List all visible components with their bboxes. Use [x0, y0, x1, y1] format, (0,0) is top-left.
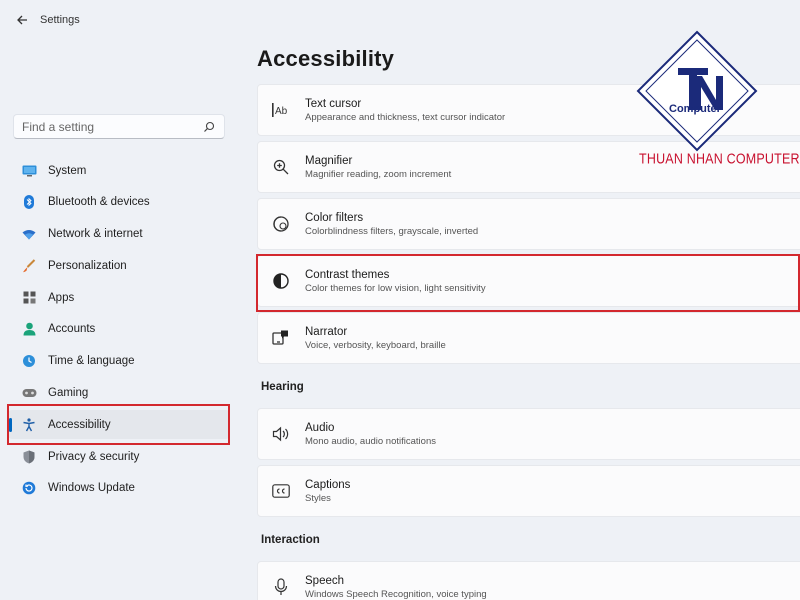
setting-title: Narrator [305, 325, 348, 338]
setting-title: Color filters [305, 211, 364, 224]
update-icon [21, 480, 37, 496]
app-title: Settings [40, 14, 80, 26]
sidebar-item-label: Apps [48, 291, 75, 304]
search-icon[interactable] [202, 120, 216, 134]
sidebar-item-label: System [48, 164, 87, 177]
contrast-icon [270, 270, 292, 292]
sidebar-nav: System Bluetooth & devices Network & int… [8, 156, 230, 506]
brush-icon [21, 258, 37, 274]
monitor-icon [21, 163, 37, 179]
sidebar-item-system[interactable]: System [8, 156, 230, 185]
svg-text:Ab: Ab [275, 106, 288, 117]
logo-text: Computer [669, 103, 722, 115]
accessibility-icon [21, 417, 37, 433]
setting-contrast-themes[interactable]: Contrast themes Color themes for low vis… [257, 255, 800, 307]
sidebar-item-gaming[interactable]: Gaming [8, 379, 230, 408]
sidebar-item-label: Privacy & security [48, 450, 140, 463]
sidebar-item-label: Windows Update [48, 482, 135, 495]
person-icon [21, 321, 37, 337]
sidebar-item-personalization[interactable]: Personalization [8, 251, 230, 280]
setting-subtitle: Color themes for low vision, light sensi… [305, 282, 486, 294]
setting-subtitle: Appearance and thickness, text cursor in… [305, 111, 506, 123]
sidebar-item-label: Accessibility [48, 418, 111, 431]
sidebar-item-privacy-security[interactable]: Privacy & security [8, 442, 230, 471]
setting-subtitle: Windows Speech Recognition, voice typing [305, 588, 487, 600]
sidebar-item-label: Time & language [48, 355, 135, 368]
search-box[interactable] [13, 114, 225, 139]
setting-title: Text cursor [305, 97, 362, 110]
sidebar-item-label: Bluetooth & devices [48, 196, 150, 209]
sidebar-item-label: Personalization [48, 259, 127, 272]
captions-icon [270, 480, 292, 502]
sidebar-item-windows-update[interactable]: Windows Update [8, 474, 230, 503]
sidebar: System Bluetooth & devices Network & int… [0, 40, 240, 600]
apps-icon [21, 290, 37, 306]
setting-title: Captions [305, 478, 351, 491]
sidebar-item-label: Network & internet [48, 228, 143, 241]
page-title: Accessibility [257, 46, 395, 71]
setting-subtitle: Magnifier reading, zoom increment [305, 168, 452, 180]
gamepad-icon [21, 385, 37, 401]
setting-subtitle: Mono audio, audio notifications [305, 435, 436, 447]
sidebar-item-time-language[interactable]: Time & language [8, 347, 230, 376]
sidebar-item-accessibility[interactable]: Accessibility [8, 410, 230, 440]
search-input[interactable] [22, 119, 202, 134]
setting-color-filters[interactable]: Color filters Colorblindness filters, gr… [257, 198, 800, 250]
setting-subtitle: Styles [305, 492, 331, 504]
sidebar-item-label: Accounts [48, 323, 96, 336]
wifi-icon [21, 226, 37, 242]
color-filter-icon [270, 213, 292, 235]
setting-audio[interactable]: Audio Mono audio, audio notifications [257, 408, 800, 460]
narrator-icon [270, 327, 292, 349]
setting-title: Speech [305, 574, 345, 587]
magnifier-icon [270, 156, 292, 178]
setting-title: Magnifier [305, 154, 353, 167]
brand-watermark-text: THUAN NHAN COMPUTER [639, 151, 800, 168]
setting-narrator[interactable]: Narrator Voice, verbosity, keyboard, bra… [257, 312, 800, 364]
shield-icon [21, 449, 37, 465]
microphone-icon [270, 576, 292, 598]
section-heading-hearing: Hearing [261, 381, 304, 393]
setting-speech[interactable]: Speech Windows Speech Recognition, voice… [257, 561, 800, 600]
sidebar-item-label: Gaming [48, 387, 89, 400]
speaker-icon [270, 423, 292, 445]
setting-title: Contrast themes [305, 268, 390, 281]
section-heading-interaction: Interaction [261, 534, 320, 546]
sidebar-item-network[interactable]: Network & internet [8, 220, 230, 249]
setting-captions[interactable]: Captions Styles [257, 465, 800, 517]
setting-subtitle: Voice, verbosity, keyboard, braille [305, 339, 446, 351]
sidebar-item-accounts[interactable]: Accounts [8, 315, 230, 344]
sidebar-item-bluetooth[interactable]: Bluetooth & devices [8, 188, 230, 217]
back-arrow-icon[interactable] [12, 10, 32, 30]
sidebar-item-apps[interactable]: Apps [8, 283, 230, 312]
bluetooth-icon [21, 194, 37, 210]
globe-clock-icon [21, 353, 37, 369]
text-cursor-icon: Ab [270, 99, 292, 121]
setting-subtitle: Colorblindness filters, grayscale, inver… [305, 225, 479, 237]
tn-computer-logo: Computer [636, 30, 758, 170]
setting-title: Audio [305, 421, 335, 434]
